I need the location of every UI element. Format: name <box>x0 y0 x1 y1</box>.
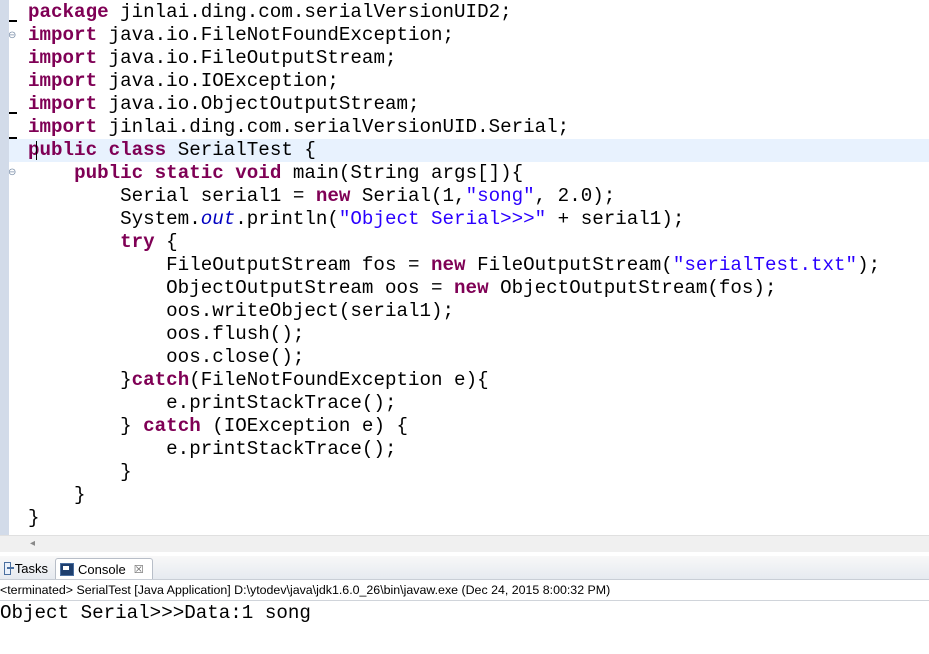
code-token: import <box>28 93 98 115</box>
code-token: catch <box>143 415 201 437</box>
code-line[interactable]: import java.io.FileNotFoundException; <box>28 24 454 47</box>
code-token: new <box>454 277 489 299</box>
code-line[interactable]: FileOutputStream fos = new FileOutputStr… <box>28 254 880 277</box>
code-line[interactable]: package jinlai.ding.com.serialVersionUID… <box>28 1 512 24</box>
code-token: ObjectOutputStream oos = <box>28 277 455 299</box>
code-token: Serial(1, <box>350 185 466 207</box>
code-token: } <box>28 461 132 483</box>
code-token: + serial1); <box>546 208 685 230</box>
code-token: static <box>154 162 224 184</box>
code-token: "song" <box>465 185 535 207</box>
code-token: main(String args[]){ <box>281 162 524 184</box>
code-token: import <box>28 70 98 92</box>
code-token: } <box>28 484 86 506</box>
code-token: (IOException e) { <box>200 415 408 437</box>
code-line[interactable]: Serial serial1 = new Serial(1,"song", 2.… <box>28 185 615 208</box>
console-status-line: <terminated> SerialTest [Java Applicatio… <box>0 580 929 601</box>
tab-tasks[interactable]: Tasks <box>0 558 52 579</box>
code-token: System. <box>28 208 201 230</box>
code-token: FileOutputStream( <box>465 254 673 276</box>
tab-console-label: Console <box>78 561 126 577</box>
code-token: java.io.FileNotFoundException; <box>97 24 455 46</box>
code-token: jinlai.ding.com.serialVersionUID.Serial; <box>97 116 570 138</box>
code-token: new <box>315 185 351 207</box>
code-token: new <box>431 254 466 276</box>
tab-tasks-label: Tasks <box>14 561 48 576</box>
code-token: java.io.ObjectOutputStream; <box>97 93 420 115</box>
code-line[interactable]: public static void main(String args[]){ <box>28 162 523 185</box>
code-token: .println( <box>235 208 339 230</box>
fold-toggle-icon[interactable]: ⊖ <box>8 168 18 178</box>
code-token: import <box>28 47 98 69</box>
code-token: { <box>154 231 178 253</box>
code-token: java.io.IOException; <box>97 70 339 92</box>
code-line[interactable]: import jinlai.ding.com.serialVersionUID.… <box>28 116 569 139</box>
code-token: FileOutputStream fos = <box>28 254 432 276</box>
code-token: } <box>28 507 40 529</box>
code-line[interactable]: } <box>28 484 86 507</box>
code-token: e.printStackTrace(); <box>28 438 397 460</box>
code-editor[interactable]: ⊖ ⊖ package jinlai.ding.com.serialVersio… <box>0 0 929 535</box>
code-token: } <box>28 369 132 391</box>
code-token: jinlai.ding.com.serialVersionUID2; <box>108 1 512 23</box>
code-token: public <box>28 139 98 161</box>
code-token: java.io.FileOutputStream; <box>97 47 397 69</box>
change-marker <box>9 20 17 22</box>
editor-horizontal-scrollbar[interactable]: ◂ <box>0 535 929 552</box>
console-output[interactable]: Object Serial>>>Data:1 song <box>0 601 929 625</box>
code-token: (FileNotFoundException e){ <box>189 369 489 391</box>
code-line[interactable]: e.printStackTrace(); <box>28 438 396 461</box>
code-token: out <box>200 208 236 230</box>
code-line[interactable]: } catch (IOException e) { <box>28 415 408 438</box>
code-token: public <box>74 162 144 184</box>
change-marker <box>9 112 17 114</box>
code-line[interactable]: oos.writeObject(serial1); <box>28 300 454 323</box>
code-token: void <box>235 162 282 184</box>
code-token: , 2.0); <box>534 185 616 207</box>
code-token: class <box>108 139 167 161</box>
code-line[interactable]: oos.close(); <box>28 346 304 369</box>
code-token: import <box>28 24 98 46</box>
code-line[interactable]: public class SerialTest { <box>9 139 929 162</box>
code-token: Serial serial1 = <box>28 185 316 207</box>
view-tab-bar: Tasks Console ☒ <box>0 556 929 580</box>
code-line[interactable]: try { <box>28 231 178 254</box>
code-token: } <box>28 415 144 437</box>
code-line[interactable]: ObjectOutputStream oos = new ObjectOutpu… <box>28 277 776 300</box>
code-line[interactable]: }catch(FileNotFoundException e){ <box>28 369 489 392</box>
code-token: oos.close(); <box>28 346 305 368</box>
code-line[interactable]: } <box>28 461 132 484</box>
code-token: package <box>28 1 109 23</box>
code-token: try <box>120 231 155 253</box>
code-token: oos.writeObject(serial1); <box>28 300 455 322</box>
code-line[interactable]: System.out.println("Object Serial>>>" + … <box>28 208 684 231</box>
code-token: "Object Serial>>>" <box>338 208 547 230</box>
code-token: oos.flush(); <box>28 323 305 345</box>
editor-ruler: ⊖ ⊖ <box>0 0 17 535</box>
code-line[interactable]: } <box>28 507 40 530</box>
code-line[interactable]: import java.io.FileOutputStream; <box>28 47 396 70</box>
code-token: ObjectOutputStream(fos); <box>488 277 777 299</box>
close-icon[interactable]: ☒ <box>134 563 144 576</box>
code-token: e.printStackTrace(); <box>28 392 397 414</box>
console-icon <box>60 562 74 576</box>
code-token: "serialTest.txt" <box>672 254 858 276</box>
scroll-left-icon[interactable]: ◂ <box>30 538 35 549</box>
code-line[interactable]: import java.io.ObjectOutputStream; <box>28 93 420 116</box>
code-line[interactable]: e.printStackTrace(); <box>28 392 396 415</box>
fold-toggle-icon[interactable]: ⊖ <box>8 31 18 41</box>
code-line[interactable]: oos.flush(); <box>28 323 304 346</box>
code-token: catch <box>131 369 190 391</box>
code-token: ); <box>857 254 881 276</box>
tasks-icon <box>4 562 14 575</box>
tab-console[interactable]: Console ☒ <box>55 558 153 579</box>
code-token: import <box>28 116 98 138</box>
code-line[interactable]: import java.io.IOException; <box>28 70 339 93</box>
code-token: SerialTest { <box>166 139 316 161</box>
